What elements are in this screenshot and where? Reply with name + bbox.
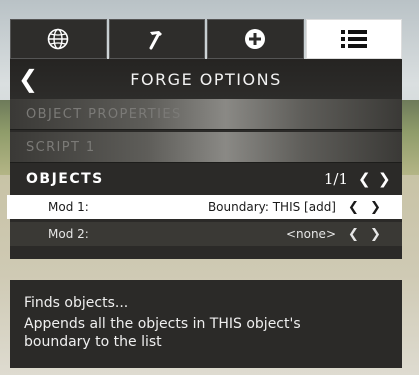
objects-header: OBJECTS 1/1 ❮ ❯ [10, 163, 402, 195]
tab-list[interactable] [305, 19, 402, 59]
mod-next-button[interactable]: ❯ [370, 200, 381, 215]
objects-counter: 1/1 [323, 170, 348, 188]
tab-bar [10, 19, 402, 59]
list-icon [340, 30, 367, 48]
mod-next-button[interactable]: ❯ [370, 227, 381, 242]
hammer-icon [149, 31, 162, 50]
section-script-1[interactable]: SCRIPT 1 [10, 132, 402, 163]
forge-options-panel: ❮ FORGE OPTIONS OBJECT PROPERTIES SCRIPT… [7, 59, 402, 259]
objects-prev-button[interactable]: ❮ [358, 170, 371, 188]
mod-row-2[interactable]: Mod 2: <none> ❮ ❯ [10, 222, 402, 246]
mod-prev-button[interactable]: ❮ [348, 227, 359, 242]
section-object-properties[interactable]: OBJECT PROPERTIES [10, 99, 402, 130]
description-panel: Finds objects... Appends all the objects… [10, 280, 402, 368]
mod-value: Boundary: THIS [add] [207, 200, 336, 214]
mod-label: Mod 1: [48, 200, 89, 214]
tab-add[interactable] [207, 19, 304, 59]
panel-header: ❮ FORGE OPTIONS [10, 59, 402, 99]
tab-build[interactable] [108, 19, 205, 59]
objects-label: OBJECTS [26, 171, 104, 187]
globe-icon [47, 28, 69, 50]
objects-next-button[interactable]: ❯ [378, 170, 391, 188]
mod-row-1[interactable]: Mod 1: Boundary: THIS [add] ❮ ❯ [7, 195, 402, 219]
mod-label: Mod 2: [48, 227, 89, 241]
mod-prev-button[interactable]: ❮ [348, 200, 359, 215]
back-button[interactable]: ❮ [18, 65, 38, 93]
description-title: Finds objects... [24, 295, 129, 311]
page-title: FORGE OPTIONS [130, 69, 282, 89]
mod-value: <none> [285, 227, 336, 241]
description-body: Appends all the objects in THIS object's… [24, 316, 301, 350]
plus-circle-icon [245, 29, 266, 49]
tab-map[interactable] [10, 19, 107, 59]
